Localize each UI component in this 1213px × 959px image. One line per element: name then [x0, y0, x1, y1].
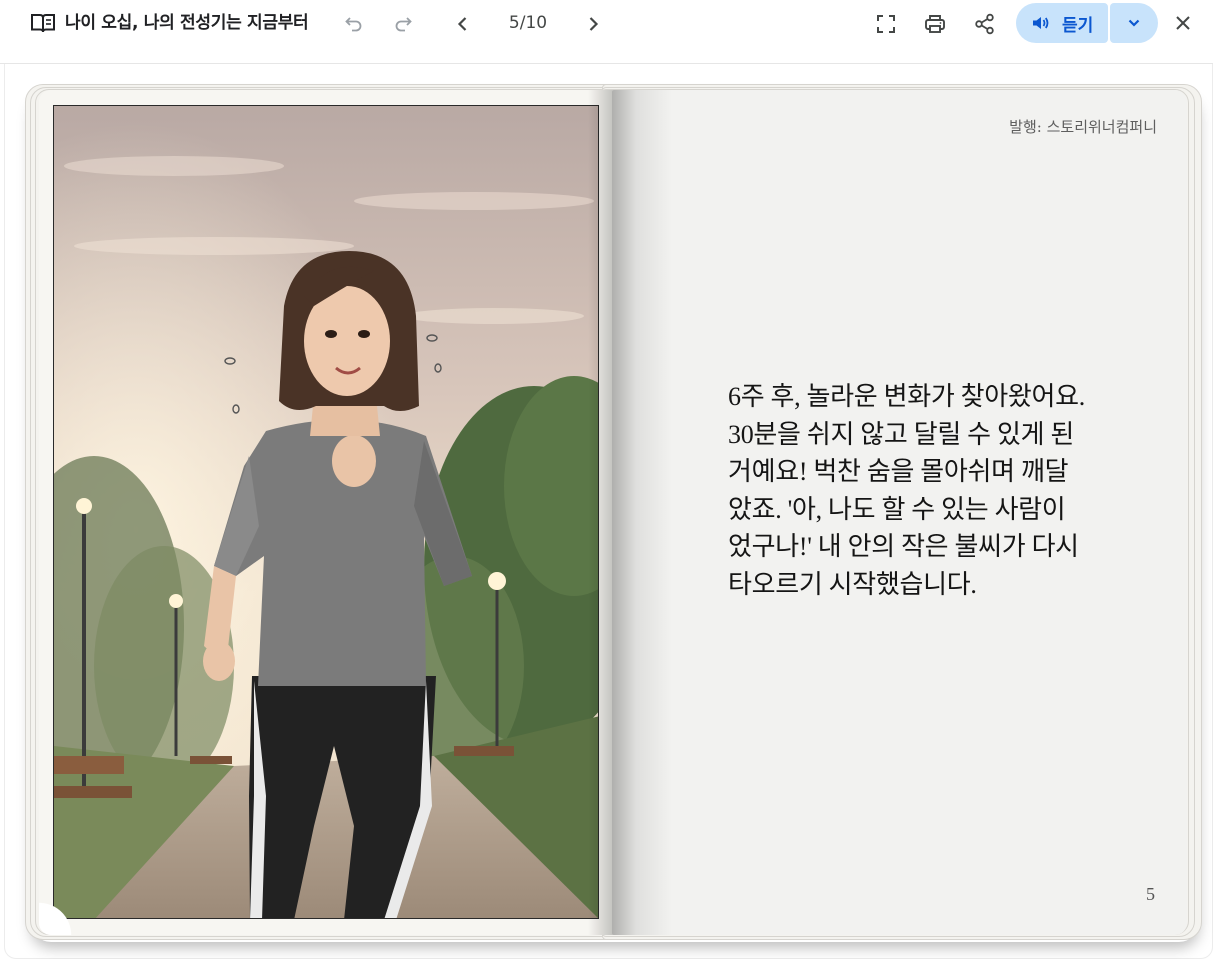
chevron-right-icon [589, 17, 599, 31]
left-gutter-shadow [588, 90, 614, 935]
close-button[interactable] [1168, 8, 1198, 38]
publisher-label: 발행: 스토리위너컴퍼니 [1009, 118, 1157, 136]
undo-button[interactable] [340, 10, 368, 38]
previous-page-button[interactable] [448, 9, 478, 39]
redo-icon [395, 17, 412, 32]
listen-button[interactable]: 듣기 [1016, 3, 1108, 43]
page-number: 5 [1146, 884, 1155, 904]
open-book: 발행: 스토리위너컴퍼니 6주 후, 놀라운 변화가 찾아왔어요. 30분을 쉬… [25, 84, 1202, 940]
share-icon [975, 13, 994, 35]
page-indicator: 5/10 [508, 13, 548, 33]
redo-button[interactable] [389, 10, 417, 38]
reader-toolbar: 나이 오십, 나의 전성기는 지금부터 5/10 듣기 [0, 0, 1213, 64]
story-text: 6주 후, 놀라운 변화가 찾아왔어요. 30분을 쉬지 않고 달릴 수 있게 … [728, 382, 1085, 599]
listen-options-dropdown[interactable] [1110, 3, 1158, 43]
fullscreen-button[interactable] [872, 10, 900, 38]
speaker-icon [1033, 17, 1049, 29]
undo-icon [345, 17, 362, 32]
fullscreen-icon [877, 15, 895, 33]
print-icon [925, 15, 945, 33]
right-gutter-shadow [612, 90, 672, 935]
share-button[interactable] [970, 9, 1000, 39]
listen-label: 듣기 [1062, 15, 1094, 36]
left-page[interactable] [39, 90, 614, 935]
next-page-button[interactable] [578, 9, 608, 39]
right-page[interactable]: 발행: 스토리위너컴퍼니 6주 후, 놀라운 변화가 찾아왔어요. 30분을 쉬… [612, 90, 1187, 935]
book-open-icon [30, 11, 56, 35]
close-icon [1176, 16, 1190, 30]
chevron-left-icon [457, 17, 467, 31]
print-button[interactable] [920, 9, 950, 39]
chevron-down-icon [1128, 19, 1140, 27]
document-title: 나이 오십, 나의 전성기는 지금부터 [65, 13, 309, 33]
page-illustration [53, 105, 599, 919]
page-curl[interactable] [39, 895, 81, 935]
